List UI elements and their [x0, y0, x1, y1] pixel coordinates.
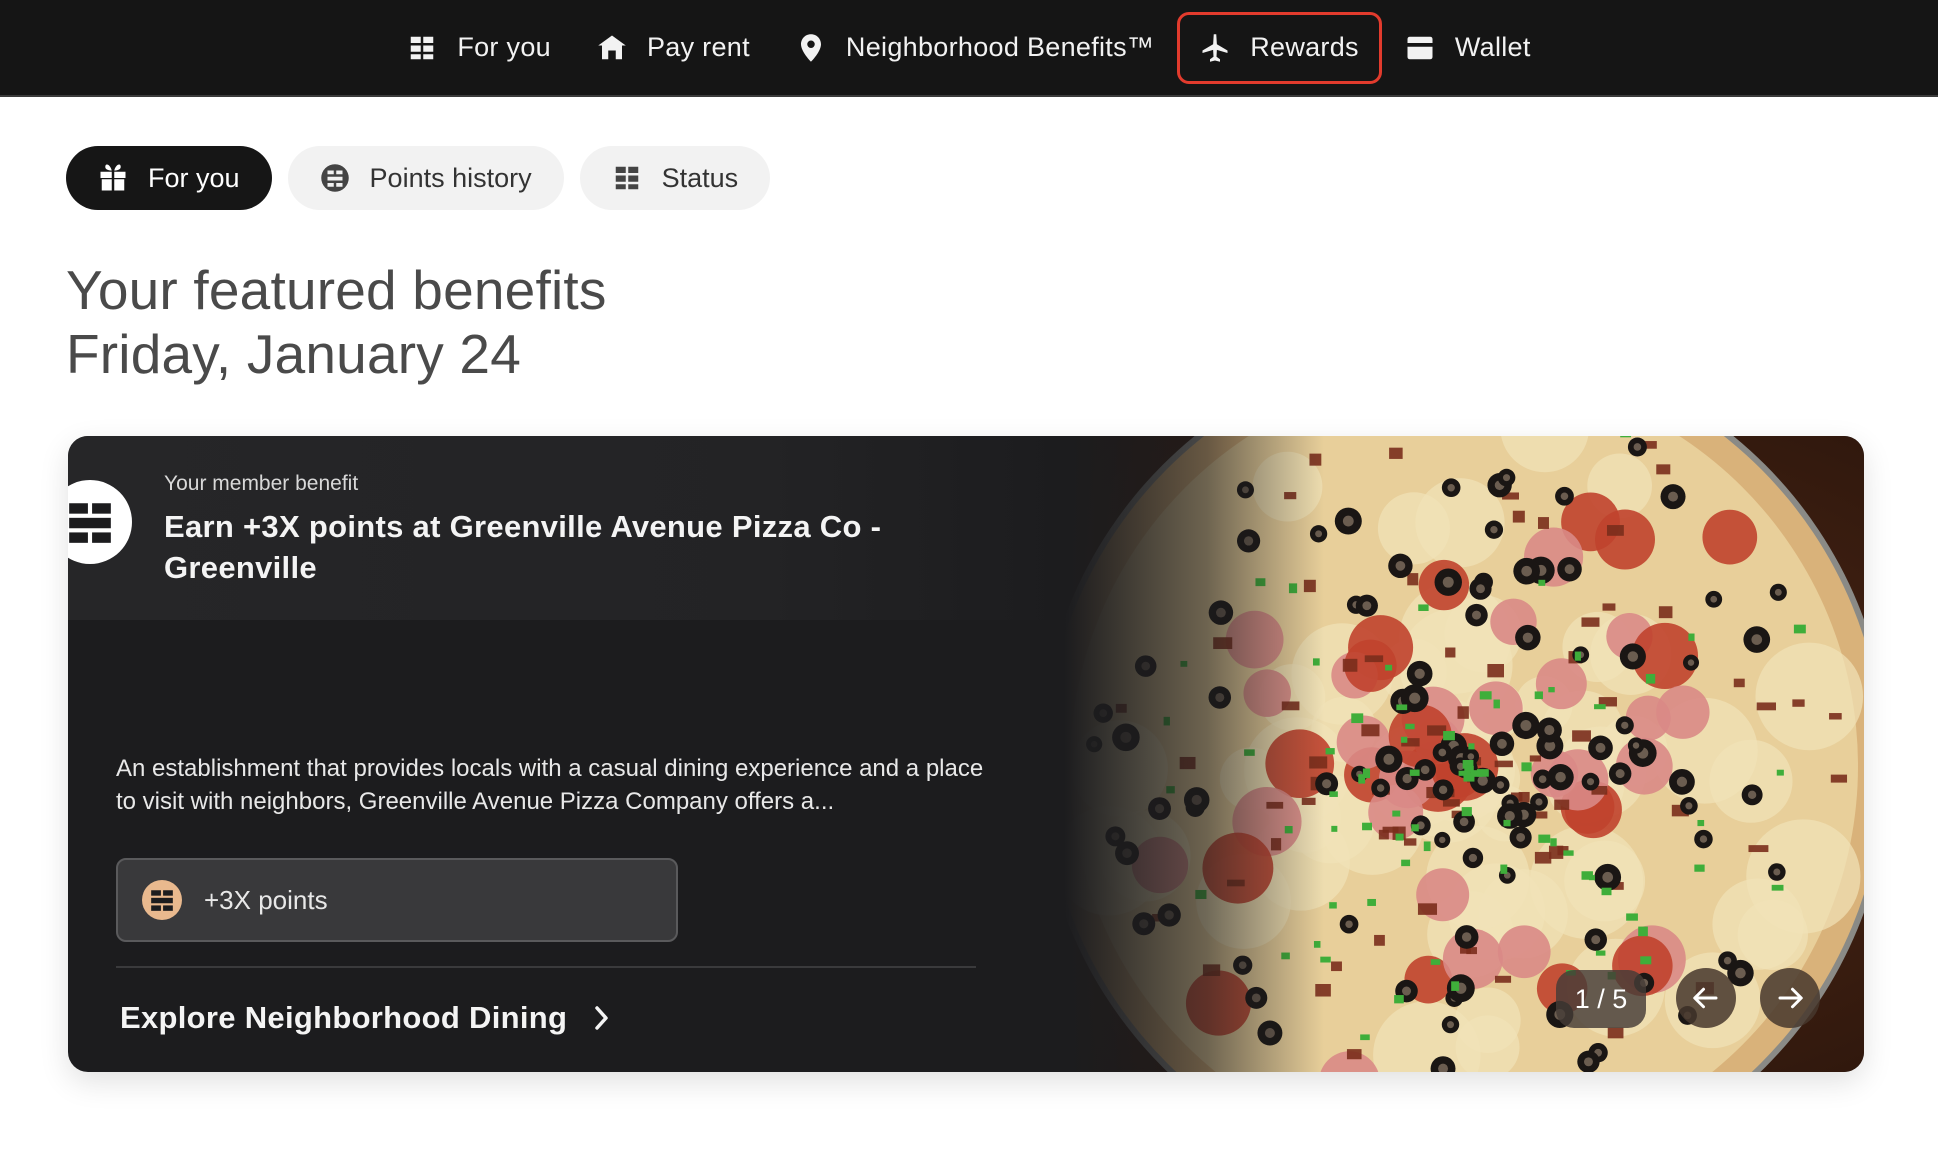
nav-label: Wallet: [1454, 32, 1531, 62]
nav-label: Pay rent: [646, 32, 750, 62]
explore-neighborhood-dining-link[interactable]: Explore Neighborhood Dining: [120, 1000, 611, 1036]
home-icon: [598, 35, 626, 59]
top-navigation: For you Pay rent Neighborhood Benefits™ …: [0, 0, 1938, 97]
gift-icon: [100, 164, 126, 191]
nav-label: Neighborhood Benefits™: [845, 32, 1155, 62]
next-button[interactable]: [1760, 968, 1820, 1028]
page-title-date: Friday, January 24: [66, 323, 522, 385]
points-coin-icon: [142, 880, 182, 920]
arrow-right-icon: [1778, 987, 1803, 1009]
nav-item-for-you[interactable]: For you: [384, 12, 574, 84]
card-title: Earn +3X points at Greenville Avenue Piz…: [164, 509, 882, 585]
pizza-photo: [1064, 436, 1864, 1072]
chevron-right-icon: [595, 1006, 608, 1030]
grid-icon: [411, 36, 434, 59]
tab-status[interactable]: Status: [579, 146, 771, 210]
tab-for-you[interactable]: For you: [66, 146, 272, 210]
card-eyebrow: Your member benefit: [164, 472, 359, 495]
points-badge: +3X points: [116, 858, 678, 942]
nav-label: For you: [457, 32, 551, 62]
card-icon: [1407, 36, 1433, 59]
featured-benefit-card[interactable]: Your member benefit Earn +3X points at G…: [68, 436, 1864, 1072]
tab-points-history[interactable]: Points history: [287, 146, 564, 210]
nav-label: Rewards: [1250, 32, 1359, 62]
location-pin-icon: [800, 33, 821, 62]
tab-label: For you: [148, 162, 240, 193]
nav-item-pay-rent[interactable]: Pay rent: [574, 12, 773, 84]
card-description: An establishment that provides locals wi…: [116, 755, 984, 815]
arrow-left-icon: [1693, 987, 1718, 1009]
points-coin-icon: [320, 164, 349, 192]
points-brand-icon: [69, 503, 111, 543]
nav-item-rewards[interactable]: Rewards: [1177, 11, 1382, 84]
previous-button[interactable]: [1676, 968, 1736, 1028]
card-header: Your member benefit Earn +3X points at G…: [68, 436, 1068, 620]
page-title: Your featured benefits Friday, January 2…: [66, 258, 607, 386]
page-title-line1: Your featured benefits: [66, 259, 607, 321]
rewards-subtabs: For you Points history Status: [66, 146, 771, 210]
divider: [116, 966, 976, 968]
merchant-logo: [68, 480, 132, 564]
explore-label: Explore Neighborhood Dining: [120, 1000, 568, 1035]
grid-icon: [615, 166, 638, 190]
tab-label: Points history: [369, 162, 532, 193]
nav-item-wallet[interactable]: Wallet: [1382, 12, 1554, 84]
airplane-icon: [1202, 33, 1228, 62]
nav-item-neighborhood-benefits[interactable]: Neighborhood Benefits™: [773, 12, 1177, 84]
tab-label: Status: [661, 162, 739, 193]
carousel-pager: 1 / 5: [1556, 970, 1646, 1028]
points-label: +3X points: [204, 884, 328, 915]
